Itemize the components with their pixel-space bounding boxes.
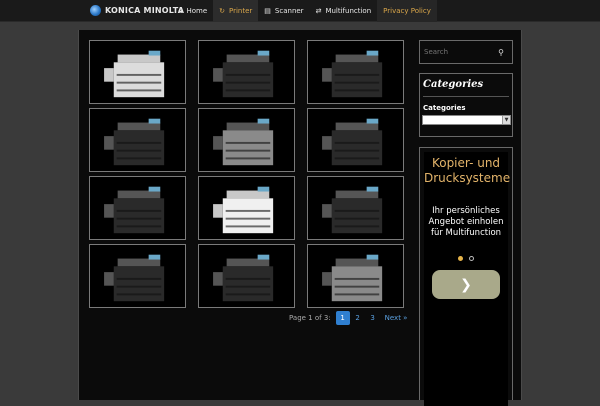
nav-home[interactable]: ⌂ Home xyxy=(172,0,213,22)
product-thumbnail[interactable] xyxy=(89,108,186,172)
advert-widget: Kopier- und Drucksysteme Ihr persönliche… xyxy=(419,147,513,406)
konica-minolta-globe-icon xyxy=(90,5,101,16)
search-icon[interactable]: ⚲ xyxy=(496,46,506,58)
divider xyxy=(423,96,509,97)
product-thumbnail[interactable] xyxy=(307,108,404,172)
printer-image xyxy=(308,177,403,239)
pagination: Page 1 of 3: 1 2 3 Next » xyxy=(289,311,407,325)
printer-image xyxy=(308,245,403,307)
product-thumbnail[interactable] xyxy=(89,40,186,104)
product-thumbnail[interactable] xyxy=(89,176,186,240)
nav-multifunction[interactable]: ⇄ Multifunction xyxy=(310,0,378,22)
search-input[interactable] xyxy=(424,45,494,59)
product-thumbnail[interactable] xyxy=(307,176,404,240)
search-widget: ⚲ xyxy=(419,40,513,64)
printer-image xyxy=(90,41,185,103)
nav-privacy-policy[interactable]: Privacy Policy xyxy=(377,0,437,22)
page-3-link[interactable]: 3 xyxy=(366,311,380,325)
printer-image xyxy=(308,109,403,171)
product-thumbnail[interactable] xyxy=(89,244,186,308)
nav-scanner-label: Scanner xyxy=(274,7,304,15)
chevron-down-icon: ▼ xyxy=(502,116,510,124)
product-thumbnail[interactable] xyxy=(307,244,404,308)
main-menu: ⌂ Home ↻ Printer ▤ Scanner ⇄ Multifuncti… xyxy=(172,0,437,22)
printer-image xyxy=(90,245,185,307)
slider-dots xyxy=(458,256,480,261)
home-icon: ⌂ xyxy=(178,7,183,15)
scanner-icon: ▤ xyxy=(264,7,271,15)
advert-next-button[interactable]: ❯ xyxy=(432,270,500,299)
printer-image xyxy=(90,177,185,239)
advert-headline: Kopier- und Drucksysteme xyxy=(424,156,511,185)
content-area: Page 1 of 3: 1 2 3 Next » ⚲ Categories C… xyxy=(78,30,522,406)
brand-logo[interactable]: KONICA MINOLTA xyxy=(90,5,184,16)
advert-subtext: Ihr persönliches Angebot einholen für Mu… xyxy=(428,206,504,238)
advert-slider: Kopier- und Drucksysteme Ihr persönliche… xyxy=(424,152,511,406)
pagination-label: Page 1 of 3: xyxy=(289,314,331,322)
nav-scanner[interactable]: ▤ Scanner xyxy=(258,0,309,22)
next-page-link[interactable]: Next » xyxy=(385,314,408,322)
product-thumbnail[interactable] xyxy=(198,244,295,308)
printer-image xyxy=(199,245,294,307)
printer-image xyxy=(308,41,403,103)
nav-printer-label: Printer xyxy=(229,7,253,15)
nav-printer[interactable]: ↻ Printer xyxy=(213,0,259,22)
nav-home-label: Home xyxy=(186,7,208,15)
printer-image xyxy=(90,109,185,171)
page-1-link[interactable]: 1 xyxy=(335,311,350,325)
swap-icon: ⇄ xyxy=(315,7,322,15)
product-thumbnail[interactable] xyxy=(307,40,404,104)
categories-title: Categories xyxy=(423,79,484,90)
slider-dot-active[interactable] xyxy=(458,256,463,261)
page-2-link[interactable]: 2 xyxy=(351,311,365,325)
product-thumbnail[interactable] xyxy=(198,176,295,240)
top-navigation-bar: KONICA MINOLTA ⌂ Home ↻ Printer ▤ Scanne… xyxy=(0,0,600,22)
nav-multifunction-label: Multifunction xyxy=(325,7,372,15)
chevron-right-icon: ❯ xyxy=(460,276,472,293)
product-thumbnail[interactable] xyxy=(198,40,295,104)
categories-dropdown[interactable]: ▼ xyxy=(422,115,511,125)
refresh-icon: ↻ xyxy=(219,7,225,15)
slider-dot[interactable] xyxy=(469,256,474,261)
printer-image xyxy=(199,41,294,103)
printer-image xyxy=(199,109,294,171)
categories-widget: Categories Categories ▼ xyxy=(419,73,513,137)
product-thumbnail[interactable] xyxy=(198,108,295,172)
nav-privacy-policy-label: Privacy Policy xyxy=(383,7,431,15)
categories-label: Categories xyxy=(423,104,466,112)
printer-image xyxy=(199,177,294,239)
